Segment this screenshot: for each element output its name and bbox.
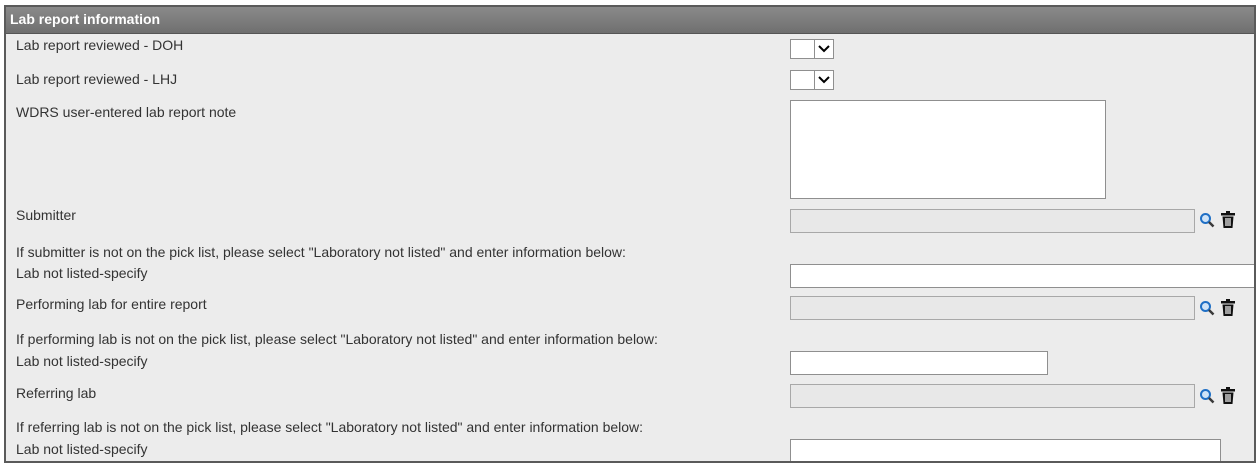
referring-lab-label: Referring lab <box>16 385 97 401</box>
referring-lab-picker[interactable] <box>790 384 1195 408</box>
reviewed-doh-label: Lab report reviewed - DOH <box>16 37 184 53</box>
submitter-search-icon[interactable] <box>1199 211 1215 229</box>
referring-not-listed-label: Lab not listed-specify <box>16 441 148 457</box>
referring-not-listed-input[interactable] <box>790 439 1221 461</box>
submitter-picker[interactable] <box>790 209 1195 233</box>
performing-lab-picker[interactable] <box>790 296 1195 320</box>
note-label: WDRS user-entered lab report note <box>16 104 237 120</box>
performing-not-listed-label: Lab not listed-specify <box>16 353 148 369</box>
section-header: Lab report information <box>6 7 1254 34</box>
chevron-down-icon[interactable] <box>814 40 833 58</box>
submitter-trash-icon[interactable] <box>1220 210 1236 228</box>
performing-not-listed-input[interactable] <box>790 351 1048 375</box>
lab-report-panel: Lab report information Lab report review… <box>4 5 1256 463</box>
submitter-not-listed-label: Lab not listed-specify <box>16 265 148 281</box>
referring-help-text: If referring lab is not on the pick list… <box>16 419 644 435</box>
performing-lab-search-icon[interactable] <box>1199 299 1215 317</box>
reviewed-lhj-label: Lab report reviewed - LHJ <box>16 71 178 87</box>
section-title: Lab report information <box>10 11 161 27</box>
reviewed-doh-select[interactable] <box>790 39 834 59</box>
submitter-help-text: If submitter is not on the pick list, pl… <box>16 244 626 260</box>
referring-lab-trash-icon[interactable] <box>1220 386 1236 404</box>
chevron-down-icon[interactable] <box>814 71 833 89</box>
referring-lab-search-icon[interactable] <box>1199 387 1215 405</box>
reviewed-lhj-select[interactable] <box>790 70 834 90</box>
performing-lab-label: Performing lab for entire report <box>16 296 207 312</box>
performing-lab-trash-icon[interactable] <box>1220 298 1236 316</box>
submitter-not-listed-input[interactable] <box>790 264 1254 288</box>
submitter-label: Submitter <box>16 207 76 223</box>
performing-help-text: If performing lab is not on the pick lis… <box>16 331 658 347</box>
lab-report-note-textarea[interactable] <box>790 100 1106 199</box>
